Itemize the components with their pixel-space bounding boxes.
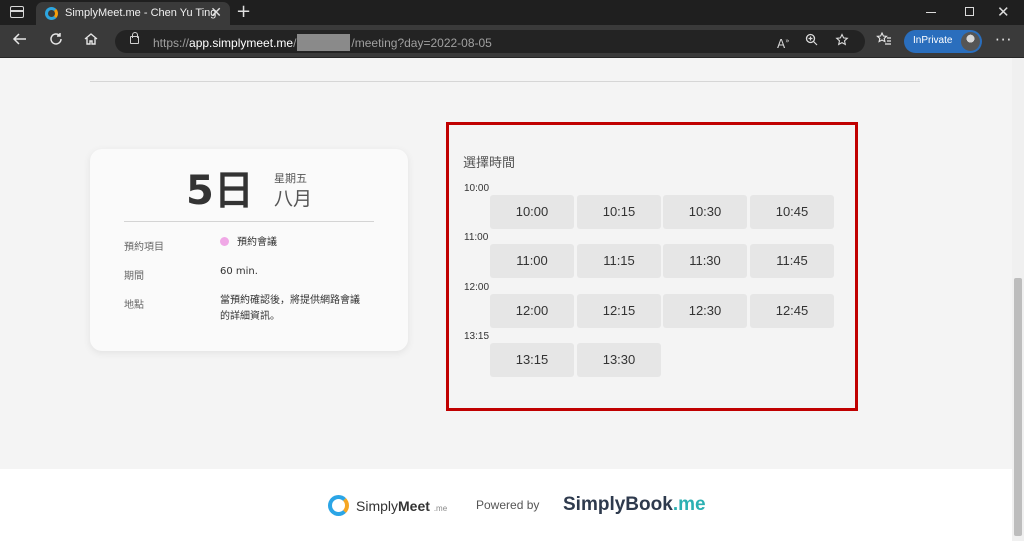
new-tab-icon[interactable]: +	[236, 1, 251, 23]
window-maximize-icon[interactable]	[965, 7, 974, 16]
time-slot-button[interactable]: 10:15	[577, 195, 661, 229]
powered-by-text: Powered by	[476, 498, 540, 512]
hour-label: 12:00	[464, 282, 490, 293]
lock-icon[interactable]	[130, 32, 139, 44]
more-options-icon[interactable]: ···	[995, 31, 1012, 49]
home-icon[interactable]	[81, 31, 101, 51]
inprivate-label: InPrivate	[913, 35, 953, 46]
simplymeet-logo[interactable]: SimplyMeet .me	[356, 498, 447, 514]
time-slot-button[interactable]: 12:30	[663, 294, 747, 328]
time-panel-title: 選擇時間	[463, 156, 516, 171]
time-slot-button[interactable]: 11:45	[750, 244, 834, 278]
detail-value-duration: 60 min.	[220, 266, 258, 277]
card-divider	[124, 221, 374, 222]
inprivate-button[interactable]: InPrivate	[904, 30, 982, 53]
detail-label-duration: 期間	[124, 271, 144, 282]
scrollbar-thumb[interactable]	[1014, 278, 1022, 536]
redacted-block	[297, 34, 351, 51]
page-footer: SimplyMeet .me Powered by SimplyBook.me	[0, 469, 1012, 541]
zoom-icon[interactable]	[805, 33, 818, 51]
page-viewport: 5日 星期五 八月 預約項目 預約會議 期間 60 min. 地點 當預約確認後…	[0, 58, 1012, 541]
service-color-dot	[220, 237, 229, 246]
time-selection-panel: 選擇時間 10:00 10:00 10:15 10:30 10:45 11:00…	[446, 122, 858, 411]
read-aloud-icon[interactable]: A»	[777, 33, 790, 53]
favorites-icon[interactable]	[874, 31, 894, 51]
tab-bar: SimplyMeet.me - Chen Yu Ting ✕ + ✕	[0, 0, 1024, 25]
time-slot-button[interactable]: 13:30	[577, 343, 661, 377]
hour-label: 11:00	[464, 232, 489, 243]
window-minimize-icon[interactable]	[926, 12, 936, 13]
selected-month: 八月	[274, 188, 313, 210]
selected-day: 5日	[186, 168, 254, 214]
refresh-icon[interactable]	[46, 31, 66, 51]
tab-close-icon[interactable]: ✕	[210, 4, 222, 22]
time-slot-button[interactable]: 12:15	[577, 294, 661, 328]
time-slot-button[interactable]: 12:45	[750, 294, 834, 328]
detail-value-service: 預約會議	[220, 235, 277, 251]
detail-label-service: 預約項目	[124, 242, 164, 253]
tab-actions-icon[interactable]	[10, 6, 24, 18]
hour-label: 10:00	[464, 183, 490, 194]
browser-tab[interactable]: SimplyMeet.me - Chen Yu Ting ✕	[36, 2, 230, 25]
booking-summary-card: 5日 星期五 八月 預約項目 預約會議 期間 60 min. 地點 當預約確認後…	[90, 149, 408, 351]
detail-value-location: 當預約確認後，將提供網路會議 的詳細資訊。	[220, 295, 360, 322]
time-slot-button[interactable]: 11:30	[663, 244, 747, 278]
time-slot-button[interactable]: 13:15	[490, 343, 574, 377]
simplymeet-logo-icon	[328, 495, 349, 516]
avatar	[961, 32, 980, 51]
navigation-bar: https://app.simplymeet.me//meeting?day=2…	[0, 25, 1024, 58]
tab-title: SimplyMeet.me - Chen Yu Ting	[65, 7, 217, 19]
time-slot-button[interactable]: 10:45	[750, 195, 834, 229]
back-icon[interactable]	[10, 31, 30, 51]
url-text[interactable]: https://app.simplymeet.me//meeting?day=2…	[153, 34, 492, 51]
time-slot-button[interactable]: 11:15	[577, 244, 661, 278]
simplybook-logo[interactable]: SimplyBook.me	[563, 494, 706, 516]
time-slot-button[interactable]: 12:00	[490, 294, 574, 328]
address-bar[interactable]: https://app.simplymeet.me//meeting?day=2…	[115, 30, 865, 53]
page-scrollbar[interactable]	[1012, 58, 1024, 541]
divider	[90, 81, 920, 82]
time-slot-button[interactable]: 11:00	[490, 244, 574, 278]
time-slot-button[interactable]: 10:00	[490, 195, 574, 229]
simplymeet-favicon-icon	[45, 7, 58, 20]
window-close-icon[interactable]: ✕	[997, 2, 1010, 22]
hour-label: 13:15	[464, 331, 490, 342]
detail-label-location: 地點	[124, 300, 144, 311]
time-slot-button[interactable]: 10:30	[663, 195, 747, 229]
add-favorite-icon[interactable]	[835, 33, 849, 52]
